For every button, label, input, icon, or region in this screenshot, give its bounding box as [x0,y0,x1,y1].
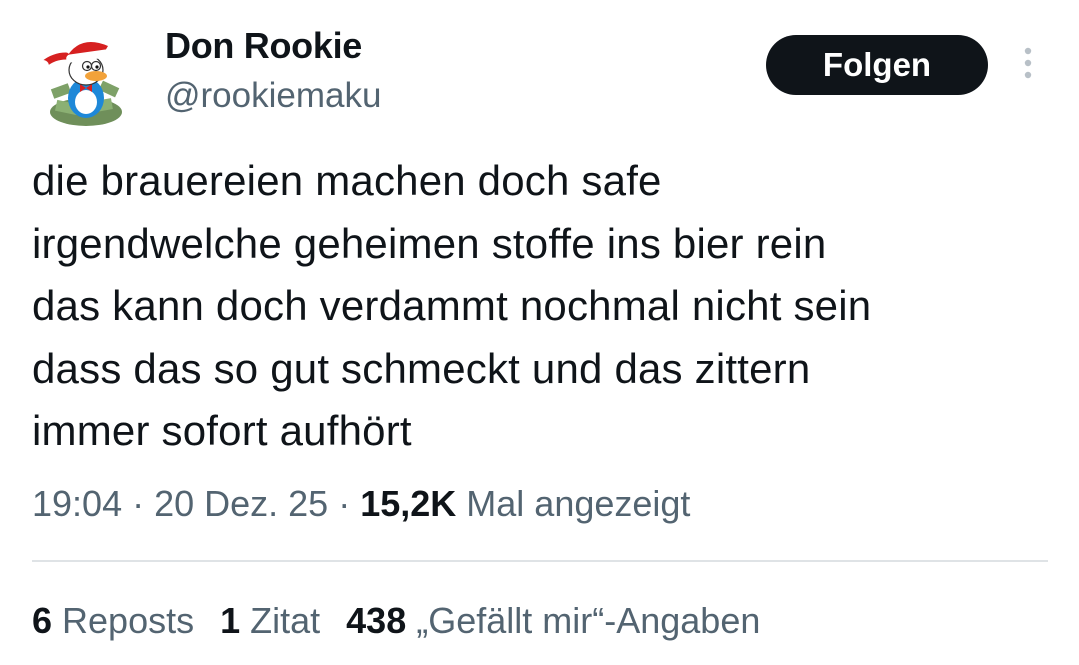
display-name[interactable]: Don Rookie [165,26,362,66]
quotes-count: 1 [220,600,241,641]
follow-button-label: Folgen [822,46,932,83]
divider [32,560,1048,562]
likes-stat[interactable]: 438 „Gefällt mir“-Angaben [346,600,760,641]
avatar[interactable] [30,26,134,130]
tweet-time[interactable]: 19:04 [32,483,122,524]
engagement-stats: 6 Reposts 1 Zitat 438 „Gefällt mir“-Angabe… [32,599,786,643]
tweet-date[interactable]: 20 Dez. 25 [154,483,328,524]
more-vertical-icon[interactable] [1016,45,1040,85]
tweet-text-line: das kann doch verdammt nochmal nicht sei… [32,282,872,329]
meta-separator: · [328,483,361,524]
tweet-text-line: dass das so gut schmeckt und das zittern [32,344,811,392]
tweet-text: die brauereien machen doch safe irgendwe… [32,150,1052,463]
tweet-text-line: die brauereien machen doch safe [32,157,662,204]
cartoon-duck-santa-hat-avatar-icon [37,42,122,126]
likes-label: „Gefällt mir“-Angaben [406,600,761,641]
tweet-text-line: immer sofort aufhört [32,407,412,454]
quotes-stat[interactable]: 1 Zitat [220,600,320,641]
reposts-label: Reposts [52,600,195,641]
user-handle[interactable]: @rookiemaku [165,76,381,116]
reposts-stat[interactable]: 6 Reposts [32,600,194,641]
views-count[interactable]: 15,2K [360,483,456,524]
views-label: Mal angezeigt [456,483,691,524]
meta-separator: · [122,483,155,524]
tweet-meta: 19:04 · 20 Dez. 25 · 15,2K Mal angezeigt [32,482,690,526]
tweet-text-line: irgendwelche geheimen stoffe ins bier re… [32,219,827,267]
reposts-count: 6 [32,600,53,641]
likes-count: 438 [346,600,407,641]
quotes-label: Zitat [240,600,321,641]
follow-button[interactable]: Folgen [766,35,988,95]
